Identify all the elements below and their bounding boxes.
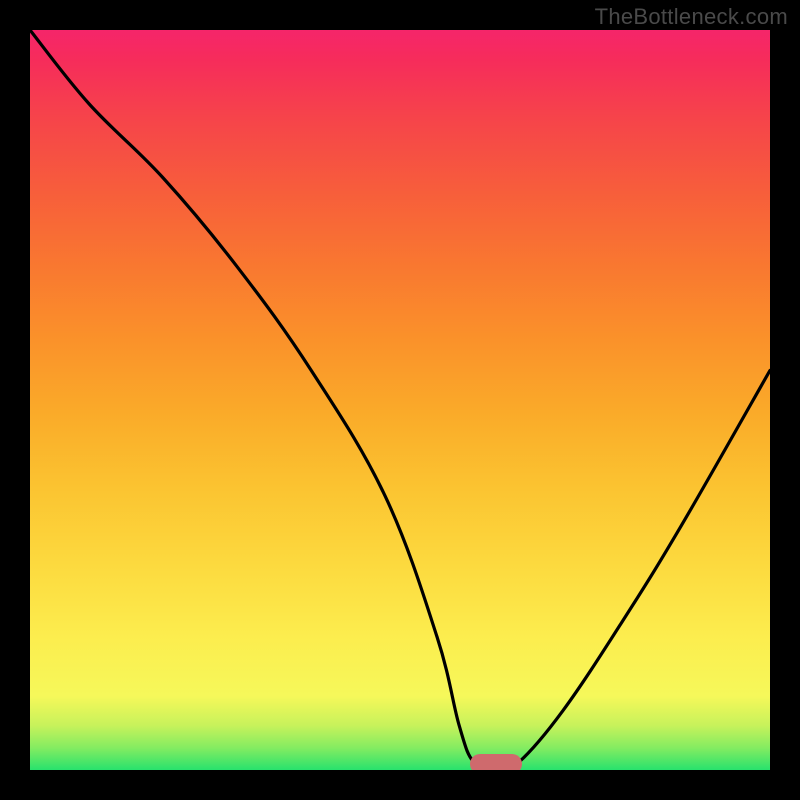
chart-frame: TheBottleneck.com bbox=[0, 0, 800, 800]
optimal-point-marker bbox=[470, 754, 522, 770]
bottleneck-curve bbox=[30, 30, 770, 770]
plot-area bbox=[30, 30, 770, 770]
watermark-text: TheBottleneck.com bbox=[595, 4, 788, 30]
